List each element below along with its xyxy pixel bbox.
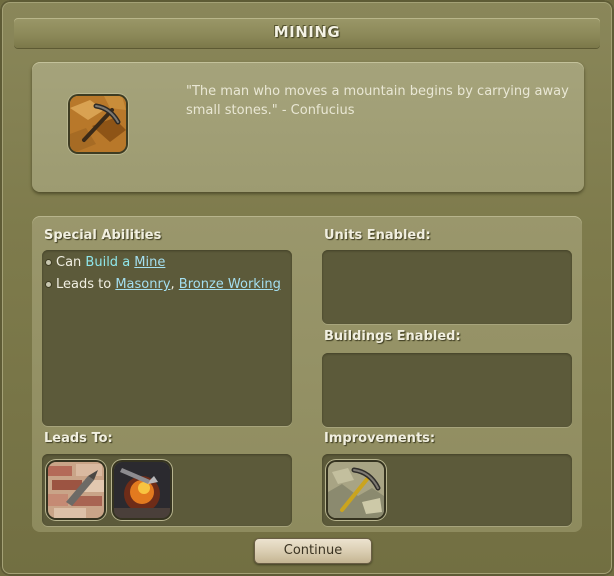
tech-dialog-frame: MINING "The man who moves a mountain beg… bbox=[0, 0, 614, 576]
pickaxe-icon bbox=[70, 96, 126, 152]
bullet-icon bbox=[46, 260, 51, 265]
dialog-title: MINING bbox=[273, 23, 341, 41]
ability-highlight: Build a bbox=[85, 255, 135, 270]
masonry-tech-icon[interactable] bbox=[48, 462, 104, 518]
link-masonry[interactable]: Masonry bbox=[115, 277, 170, 292]
leads-to-heading: Leads To: bbox=[44, 431, 113, 446]
quote-panel: "The man who moves a mountain begins by … bbox=[32, 62, 584, 192]
link-separator: , bbox=[170, 277, 179, 292]
mine-improvement-icon[interactable] bbox=[328, 462, 384, 518]
units-enabled-box bbox=[322, 250, 572, 324]
special-abilities-heading: Special Abilities bbox=[44, 228, 162, 243]
details-panel: Special Abilities Can Build a Mine Leads… bbox=[32, 216, 582, 532]
bronze-working-tech-icon[interactable] bbox=[114, 462, 170, 518]
improvements-box bbox=[322, 454, 572, 526]
buildings-enabled-box bbox=[322, 353, 572, 427]
link-bronze-working[interactable]: Bronze Working bbox=[179, 277, 281, 292]
units-enabled-heading: Units Enabled: bbox=[324, 228, 431, 243]
leads-to-box bbox=[42, 454, 292, 526]
ability-leads-to: Leads to Masonry, Bronze Working bbox=[46, 277, 281, 292]
link-mine[interactable]: Mine bbox=[134, 255, 165, 270]
continue-button[interactable]: Continue bbox=[254, 538, 372, 564]
tech-quote: "The man who moves a mountain begins by … bbox=[186, 84, 569, 118]
improvements-heading: Improvements: bbox=[324, 431, 436, 446]
title-bar: MINING bbox=[14, 18, 600, 48]
ability-build-mine: Can Build a Mine bbox=[46, 255, 165, 270]
buildings-enabled-heading: Buildings Enabled: bbox=[324, 329, 461, 344]
ability-prefix: Leads to bbox=[56, 277, 116, 292]
bullet-icon bbox=[46, 282, 51, 287]
ability-prefix: Can bbox=[56, 255, 86, 270]
special-abilities-box: Can Build a Mine Leads to Masonry, Bronz… bbox=[42, 250, 292, 426]
